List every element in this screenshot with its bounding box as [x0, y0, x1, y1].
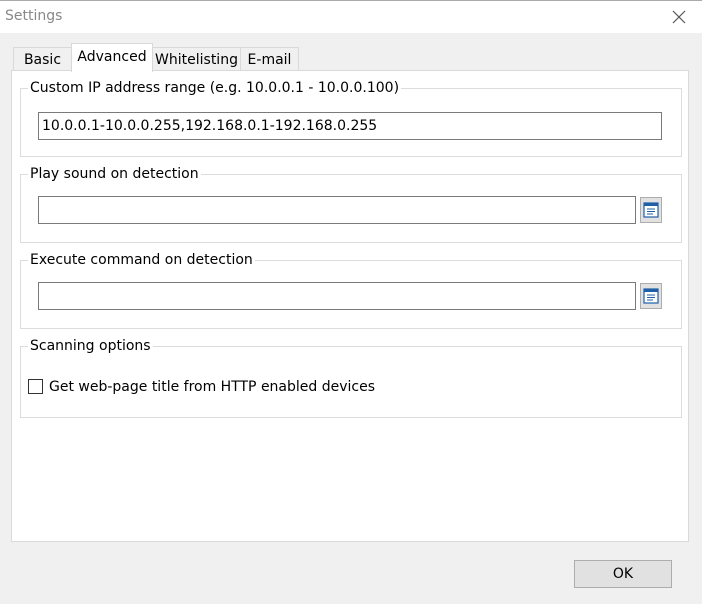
- web-page-title-checkbox-label[interactable]: Get web-page title from HTTP enabled dev…: [49, 378, 375, 396]
- tab-basic-label: Basic: [23, 51, 62, 68]
- close-icon: [672, 10, 686, 24]
- tab-whitelisting[interactable]: Whitelisting: [152, 47, 241, 71]
- tab-email[interactable]: E-mail: [240, 47, 299, 71]
- execute-command-input[interactable]: [38, 282, 636, 310]
- web-page-title-checkbox[interactable]: [28, 379, 43, 394]
- tab-panel-advanced: Custom IP address range (e.g. 10.0.0.1 -…: [11, 70, 689, 542]
- close-button[interactable]: [656, 1, 702, 33]
- play-sound-input[interactable]: [38, 196, 636, 224]
- tab-whitelisting-label: Whitelisting: [155, 51, 238, 68]
- ok-button[interactable]: OK: [574, 560, 672, 588]
- browse-file-icon: [643, 202, 659, 218]
- scanning-options-group: Scanning options Get web-page title from…: [20, 337, 682, 418]
- play-sound-label: Play sound on detection: [28, 165, 201, 183]
- ip-range-group: Custom IP address range (e.g. 10.0.0.1 -…: [20, 79, 682, 157]
- execute-command-browse-button[interactable]: [640, 283, 662, 309]
- ip-range-label: Custom IP address range (e.g. 10.0.0.1 -…: [28, 79, 402, 97]
- tab-email-label: E-mail: [247, 51, 292, 68]
- play-sound-group: Play sound on detection: [20, 165, 682, 243]
- tab-advanced-label: Advanced: [77, 49, 147, 65]
- ok-button-label: OK: [612, 566, 634, 582]
- tab-advanced[interactable]: Advanced: [71, 43, 153, 72]
- ip-range-input[interactable]: 10.0.0.1-10.0.0.255,192.168.0.1-192.168.…: [38, 112, 662, 140]
- browse-file-icon: [643, 288, 659, 304]
- play-sound-browse-button[interactable]: [640, 197, 662, 223]
- title-bar: Settings: [0, 1, 702, 33]
- settings-window: Settings Basic Advanced Whitelisting E-m…: [0, 0, 702, 604]
- scanning-options-label: Scanning options: [28, 337, 153, 355]
- execute-command-label: Execute command on detection: [28, 251, 255, 269]
- tab-basic[interactable]: Basic: [13, 47, 72, 71]
- execute-command-group: Execute command on detection: [20, 251, 682, 329]
- window-title: Settings: [5, 8, 63, 24]
